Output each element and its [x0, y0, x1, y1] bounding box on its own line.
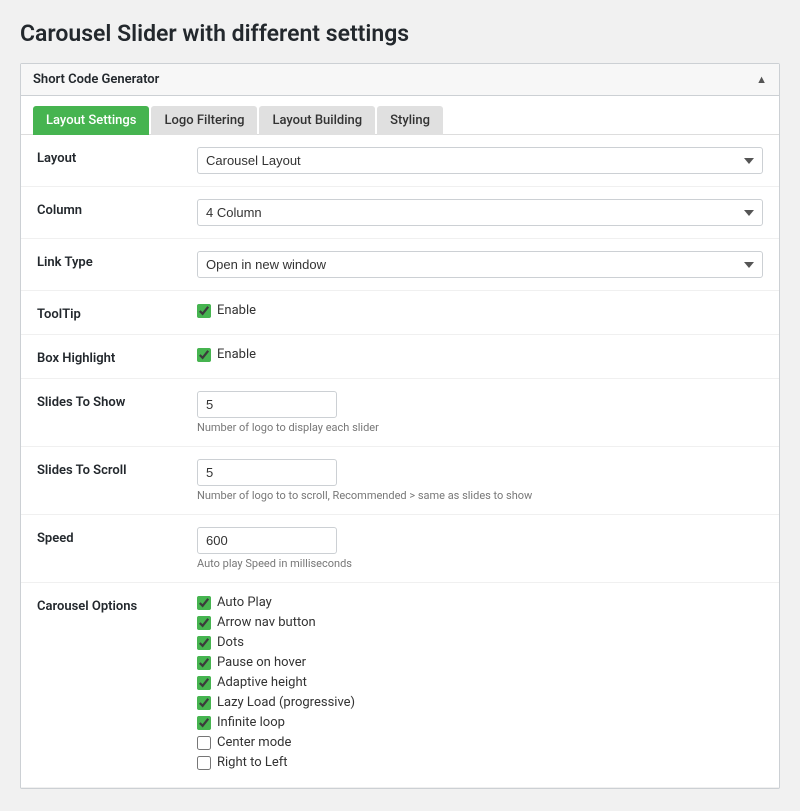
right-to-left-checkbox[interactable] [197, 756, 211, 770]
right-to-left-label: Right to Left [217, 755, 288, 770]
tooltip-check-label: Enable [217, 303, 256, 318]
auto-play-checkbox[interactable] [197, 596, 211, 610]
slides-to-scroll-row: Slides To Scroll Number of logo to to sc… [21, 447, 779, 515]
carousel-options-row: Carousel Options Auto Play Arrow nav but… [21, 583, 779, 788]
box-highlight-control: Enable [197, 347, 763, 366]
list-item: Auto Play [197, 595, 763, 610]
column-select[interactable]: 1 Column 2 Column 3 Column 4 Column 5 Co… [197, 199, 763, 226]
slides-to-scroll-hint: Number of logo to to scroll, Recommended… [197, 489, 763, 502]
slides-to-show-row: Slides To Show Number of logo to display… [21, 379, 779, 447]
slides-to-scroll-control: Number of logo to to scroll, Recommended… [197, 459, 763, 502]
column-row: Column 1 Column 2 Column 3 Column 4 Colu… [21, 187, 779, 239]
link-type-control: Open in new window Open in same window N… [197, 251, 763, 278]
infinite-loop-label: Infinite loop [217, 715, 285, 730]
speed-row: Speed Auto play Speed in milliseconds [21, 515, 779, 583]
layout-label: Layout [37, 147, 197, 166]
list-item: Center mode [197, 735, 763, 750]
tooltip-checkbox-row: Enable [197, 303, 763, 318]
lazy-load-checkbox[interactable] [197, 696, 211, 710]
list-item: Dots [197, 635, 763, 650]
link-type-row: Link Type Open in new window Open in sam… [21, 239, 779, 291]
carousel-options-control: Auto Play Arrow nav button Dots Pause on… [197, 595, 763, 775]
list-item: Pause on hover [197, 655, 763, 670]
slides-to-show-input[interactable] [197, 391, 337, 418]
page-title: Carousel Slider with different settings [20, 20, 780, 47]
tab-layout-settings[interactable]: Layout Settings [33, 106, 149, 135]
slides-to-show-hint: Number of logo to display each slider [197, 421, 763, 434]
shortcode-panel: Short Code Generator ▲ Layout Settings L… [20, 63, 780, 789]
speed-control: Auto play Speed in milliseconds [197, 527, 763, 570]
tab-logo-filtering[interactable]: Logo Filtering [151, 106, 257, 135]
box-highlight-checkbox-row: Enable [197, 347, 763, 362]
tooltip-row: ToolTip Enable [21, 291, 779, 335]
tab-layout-building[interactable]: Layout Building [259, 106, 375, 135]
pause-hover-checkbox[interactable] [197, 656, 211, 670]
speed-input[interactable] [197, 527, 337, 554]
center-mode-checkbox[interactable] [197, 736, 211, 750]
list-item: Arrow nav button [197, 615, 763, 630]
dots-checkbox[interactable] [197, 636, 211, 650]
speed-label: Speed [37, 527, 197, 546]
link-type-select[interactable]: Open in new window Open in same window N… [197, 251, 763, 278]
slides-to-scroll-input[interactable] [197, 459, 337, 486]
panel-collapse-icon[interactable]: ▲ [756, 73, 767, 86]
panel-body: Layout Carousel Layout Grid Layout List … [21, 135, 779, 788]
layout-row: Layout Carousel Layout Grid Layout List … [21, 135, 779, 187]
adaptive-height-label: Adaptive height [217, 675, 307, 690]
box-highlight-check-label: Enable [217, 347, 256, 362]
tab-bar: Layout Settings Logo Filtering Layout Bu… [21, 96, 779, 135]
adaptive-height-checkbox[interactable] [197, 676, 211, 690]
arrow-nav-label: Arrow nav button [217, 615, 316, 630]
box-highlight-label: Box Highlight [37, 347, 197, 366]
lazy-load-label: Lazy Load (progressive) [217, 695, 355, 710]
tab-styling[interactable]: Styling [377, 106, 443, 135]
column-control: 1 Column 2 Column 3 Column 4 Column 5 Co… [197, 199, 763, 226]
pause-hover-label: Pause on hover [217, 655, 306, 670]
speed-hint: Auto play Speed in milliseconds [197, 557, 763, 570]
arrow-nav-checkbox[interactable] [197, 616, 211, 630]
carousel-options-label: Carousel Options [37, 595, 197, 614]
slides-to-show-control: Number of logo to display each slider [197, 391, 763, 434]
center-mode-label: Center mode [217, 735, 291, 750]
panel-title: Short Code Generator [33, 72, 159, 87]
layout-control: Carousel Layout Grid Layout List Layout [197, 147, 763, 174]
list-item: Infinite loop [197, 715, 763, 730]
column-label: Column [37, 199, 197, 218]
link-type-label: Link Type [37, 251, 197, 270]
tooltip-control: Enable [197, 303, 763, 322]
tooltip-checkbox[interactable] [197, 304, 211, 318]
slides-to-scroll-label: Slides To Scroll [37, 459, 197, 478]
infinite-loop-checkbox[interactable] [197, 716, 211, 730]
list-item: Lazy Load (progressive) [197, 695, 763, 710]
box-highlight-checkbox[interactable] [197, 348, 211, 362]
slides-to-show-label: Slides To Show [37, 391, 197, 410]
auto-play-label: Auto Play [217, 595, 272, 610]
list-item: Right to Left [197, 755, 763, 770]
list-item: Adaptive height [197, 675, 763, 690]
layout-select[interactable]: Carousel Layout Grid Layout List Layout [197, 147, 763, 174]
panel-header[interactable]: Short Code Generator ▲ [21, 64, 779, 96]
box-highlight-row: Box Highlight Enable [21, 335, 779, 379]
dots-label: Dots [217, 635, 244, 650]
tooltip-label: ToolTip [37, 303, 197, 322]
